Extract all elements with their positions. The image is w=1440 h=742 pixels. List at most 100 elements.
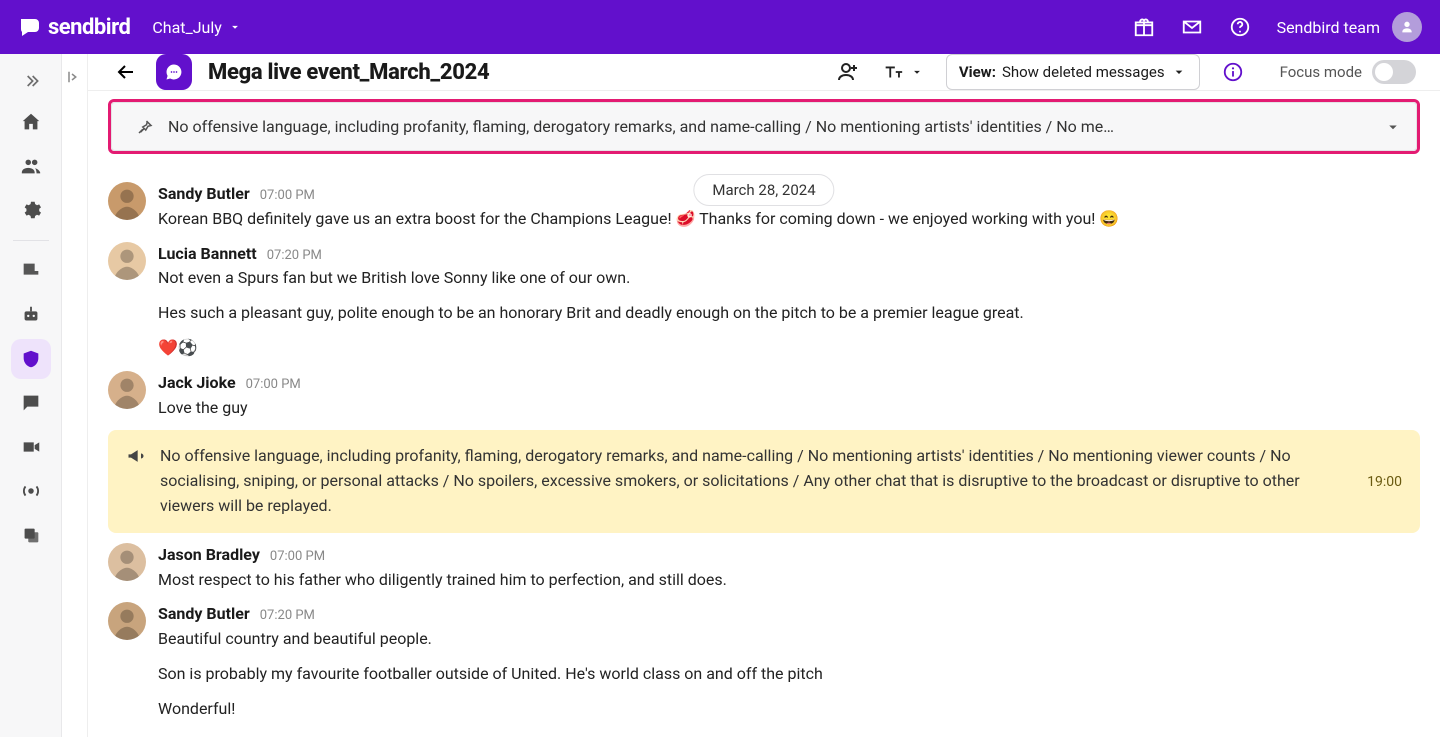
video-icon [20,436,42,458]
message-text: Wonderful! [158,697,1420,722]
message-text: Most respect to his father who diligentl… [158,568,1420,593]
project-selector[interactable]: Chat_July [152,18,242,37]
chevron-down-icon [1171,64,1187,80]
message-text: Love the guy [158,396,1420,421]
focus-mode-label: Focus mode [1280,63,1362,81]
view-label: View: [959,63,996,81]
message-text: ❤️⚽ [158,336,1420,361]
message-text: Son is probably my favourite footballer … [158,662,1420,687]
info-icon [1222,61,1244,83]
main: Mega live event_March_2024 View: Show de… [0,54,1440,737]
panel-collapse-icon[interactable] [66,68,84,86]
message: Jack Jioke 07:00 PM Love the guy [108,371,1420,421]
view-dropdown[interactable]: View: Show deleted messages [946,54,1200,90]
topbar: sendbird Chat_July Sendbird team [0,0,1440,54]
chevron-down-icon [1384,118,1402,136]
focus-mode: Focus mode [1280,60,1416,84]
back-button[interactable] [112,58,140,86]
arrow-left-icon [114,60,138,84]
message-text: Not even a Spurs fan but we British love… [158,266,1420,291]
message: Sandy Butler07:20 PM Beautiful country a… [108,602,1420,721]
message-time: 07:20 PM [267,246,322,266]
sidebar-item-bot[interactable] [11,295,51,335]
message-text: Korean BBQ definitely gave us an extra b… [158,207,1420,232]
sidebar-item-cards[interactable] [11,515,51,555]
pinned-banner-highlight: No offensive language, including profani… [108,99,1420,154]
pinned-expand-button[interactable] [1384,118,1402,136]
user-avatar[interactable] [1392,12,1422,42]
avatar [108,182,146,220]
gear-icon [20,199,42,221]
sidebar-item-calls[interactable] [11,427,51,467]
sidebar-item-chat[interactable] [11,383,51,423]
pin-icon [136,118,154,136]
brand-logo[interactable]: sendbird [18,15,130,40]
chat-scroll: No offensive language, including profani… [88,91,1440,742]
channel-title: Mega live event_March_2024 [208,60,489,85]
announcement-time: 19:00 [1367,474,1402,490]
team-area[interactable]: Sendbird team [1277,12,1422,42]
robot-icon [20,304,42,326]
typography-icon [882,61,904,83]
date-separator: March 28, 2024 [693,174,834,206]
shield-icon [20,348,42,370]
mail-icon[interactable] [1181,16,1203,38]
avatar [108,371,146,409]
brand-name: sendbird [48,15,130,40]
message-text: Beautiful country and beautiful people. [158,627,1420,652]
chat-icon [20,392,42,414]
message: Lucia Bannett 07:20 PM Not even a Spurs f… [108,242,1420,361]
users-icon [20,155,42,177]
project-name: Chat_July [152,18,222,37]
message-time: 07:00 PM [270,547,325,567]
pinned-text: No offensive language, including profani… [168,117,1376,136]
pinned-banner[interactable]: No offensive language, including profani… [111,102,1417,151]
message-author: Jack Jioke [158,371,236,396]
sidebar-item-home[interactable] [11,102,51,142]
subpanel-collapse [62,54,88,737]
sidebar-item-users[interactable] [11,146,51,186]
chat-bubble-icon [164,62,184,82]
chat-header: Mega live event_March_2024 View: Show de… [88,54,1440,91]
message-author: Sandy Butler [158,182,250,207]
message-time: 07:00 PM [260,186,315,206]
sidebar-item-moderation[interactable] [11,339,51,379]
person-icon [1399,19,1415,35]
chevron-down-icon [228,20,242,34]
message: Jason Bradley 07:00 PM Most respect to hi… [108,543,1420,593]
sidebar-expand-icon[interactable] [11,64,51,98]
header-actions: View: Show deleted messages Focus mode [836,54,1416,90]
team-label: Sendbird team [1277,18,1380,37]
message-author: Lucia Bannett [158,242,257,267]
view-value: Show deleted messages [1002,63,1165,81]
megaphone-icon [126,446,146,466]
help-icon[interactable] [1229,16,1251,38]
add-user-button[interactable] [836,60,860,84]
home-icon [20,111,42,133]
message-time: 07:00 PM [246,375,301,395]
sidebar-item-live[interactable] [11,471,51,511]
chevron-down-icon [910,65,924,79]
avatar [108,242,146,280]
focus-mode-toggle[interactable] [1372,60,1416,84]
message-author: Jason Bradley [158,543,260,568]
sendbird-logo-icon [18,15,42,39]
broadcast-icon [20,480,42,502]
gift-icon[interactable] [1133,16,1155,38]
announcement-text: No offensive language, including profani… [160,444,1343,518]
message-author: Sandy Butler [158,602,250,627]
announcement: No offensive language, including profani… [108,430,1420,532]
widget-icon [20,260,42,282]
info-button[interactable] [1222,61,1244,83]
topbar-actions [1133,16,1251,38]
message-text: Hes such a pleasant guy, polite enough t… [158,301,1420,326]
avatar [108,602,146,640]
sidebar-item-settings[interactable] [11,190,51,230]
person-add-icon [836,60,860,84]
channel-badge [156,54,192,90]
sidebar [0,54,62,737]
font-size-button[interactable] [882,61,924,83]
copy-icon [20,524,42,546]
sidebar-item-dashboard[interactable] [11,251,51,291]
avatar [108,543,146,581]
